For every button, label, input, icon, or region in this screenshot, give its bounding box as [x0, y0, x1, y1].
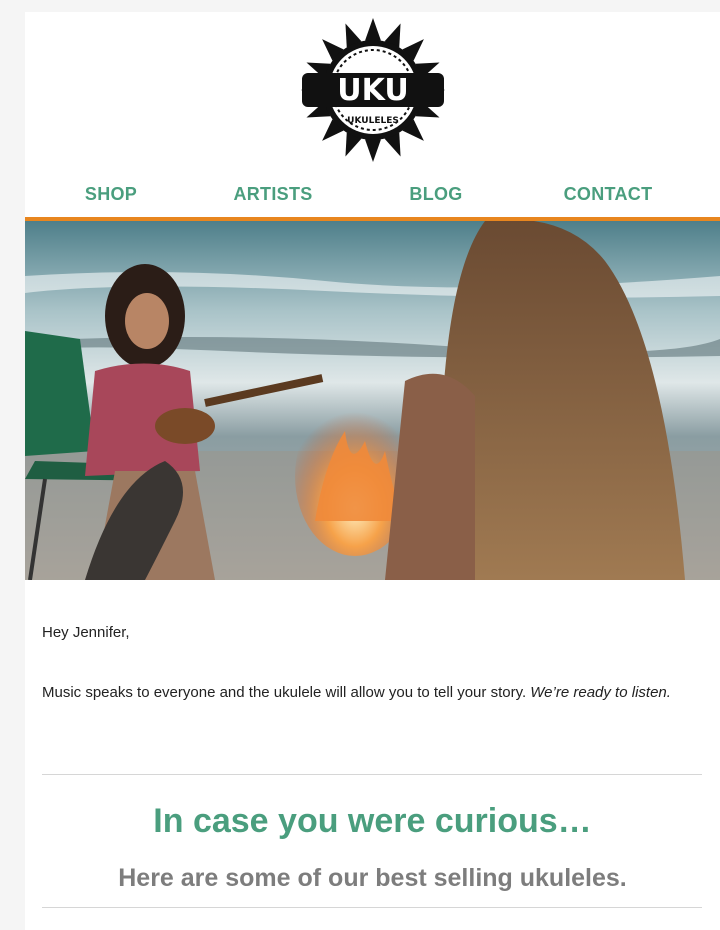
brand-logo[interactable]: UKU UKULELES — [298, 15, 448, 170]
nav-contact[interactable]: CONTACT — [564, 182, 653, 218]
section-subheadline: Here are some of our best selling ukulel… — [118, 864, 627, 892]
greeting-text: Hey Jennifer, — [42, 624, 130, 641]
section-headline: In case you were curious… — [153, 802, 592, 840]
intro-text: Music speaks to everyone and the ukulele… — [42, 684, 531, 701]
intro-emphasis: We’re ready to listen. — [530, 684, 671, 701]
sunburst-logo-icon: UKU UKULELES — [300, 17, 445, 162]
logo-ray — [364, 138, 381, 162]
nav-shop[interactable]: SHOP — [85, 182, 137, 218]
nav-blog[interactable]: BLOG — [409, 182, 462, 218]
logo-subtext: UKULELES — [347, 116, 399, 126]
section-divider-bottom — [42, 907, 702, 908]
beach-bonfire-photo-icon — [25, 221, 720, 580]
nav-artists[interactable]: ARTISTS — [233, 182, 312, 218]
header-logo-area: UKU UKULELES — [25, 12, 720, 172]
email-container: UKU UKULELES SHOP ARTISTS BLOG CONTACT H… — [25, 12, 720, 930]
main-nav: SHOP ARTISTS BLOG CONTACT — [25, 182, 720, 218]
logo-ray — [364, 17, 381, 41]
hero-image[interactable] — [25, 221, 720, 580]
logo-text: UKU — [337, 73, 408, 108]
section-divider-top — [42, 774, 702, 775]
intro-paragraph: Music speaks to everyone and the ukulele… — [42, 682, 702, 704]
